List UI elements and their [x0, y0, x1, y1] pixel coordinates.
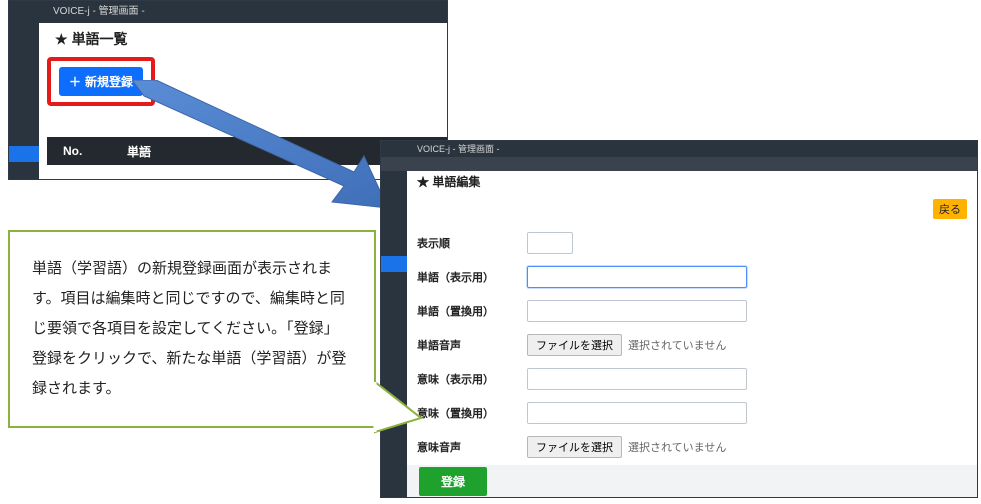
page-title-text: 単語一覧: [72, 31, 128, 47]
register-bar: 登録: [407, 465, 977, 497]
file-select-meaning-audio[interactable]: ファイルを選択: [527, 436, 622, 458]
explanation-callout: 単語（学習語）の新規登録画面が表示されます。項目は編集時と同じですので、編集時と…: [8, 230, 376, 428]
input-word-replace[interactable]: [527, 300, 747, 322]
label-meaning-display: 意味（表示用）: [417, 371, 527, 387]
edit-page-title-text: 単語編集: [432, 175, 480, 189]
plus-icon: ＋: [69, 73, 81, 90]
callout-text: 単語（学習語）の新規登録画面が表示されます。項目は編集時と同じですので、編集時と…: [32, 260, 346, 397]
file-select-word-audio[interactable]: ファイルを選択: [527, 334, 622, 356]
input-meaning-replace[interactable]: [527, 402, 747, 424]
register-button[interactable]: 登録: [419, 467, 487, 496]
label-order: 表示順: [417, 235, 527, 251]
back-button[interactable]: 戻る: [933, 199, 967, 219]
col-no: No.: [63, 144, 103, 158]
panel1-header: VOICE-j - 管理画面: [9, 1, 447, 23]
panel1-sidebar: [9, 1, 39, 179]
label-meaning-replace: 意味（置換用）: [417, 405, 527, 421]
label-word-display: 単語（表示用）: [417, 269, 527, 285]
file-none-word-audio: 選択されていません: [628, 337, 726, 353]
col-word: 単語: [127, 143, 151, 160]
label-word-replace: 単語（置換用）: [417, 303, 527, 319]
input-meaning-display[interactable]: [527, 368, 747, 390]
panel2-subheader: [381, 157, 977, 171]
star-icon: ★: [417, 175, 429, 189]
edit-form: 表示順 単語（表示用） 単語（置換用） 単語音声 ファイルを選択 選択されていま…: [417, 226, 971, 464]
label-meaning-audio: 意味音声: [417, 439, 527, 455]
page-title: ★単語一覧: [55, 29, 447, 49]
input-word-display[interactable]: [527, 266, 747, 288]
input-order[interactable]: [527, 232, 573, 254]
edit-page-title: ★ 単語編集: [417, 173, 971, 190]
new-button-label: 新規登録: [85, 73, 133, 90]
new-button-highlight: ＋新規登録: [47, 57, 155, 106]
panel1-sidebar-active[interactable]: [9, 146, 39, 162]
new-register-button[interactable]: ＋新規登録: [59, 67, 143, 96]
label-word-audio: 単語音声: [417, 337, 527, 353]
word-edit-screen: VOICE-j - 管理画面 ★ 単語編集 戻る 表示順 単語（表示用） 単語（…: [380, 140, 978, 498]
file-none-meaning-audio: 選択されていません: [628, 439, 726, 455]
star-icon: ★: [55, 31, 68, 47]
panel2-sidebar-active[interactable]: [381, 256, 407, 272]
panel2-sidebar: [381, 141, 407, 497]
panel2-header: VOICE-j - 管理画面: [381, 141, 977, 157]
